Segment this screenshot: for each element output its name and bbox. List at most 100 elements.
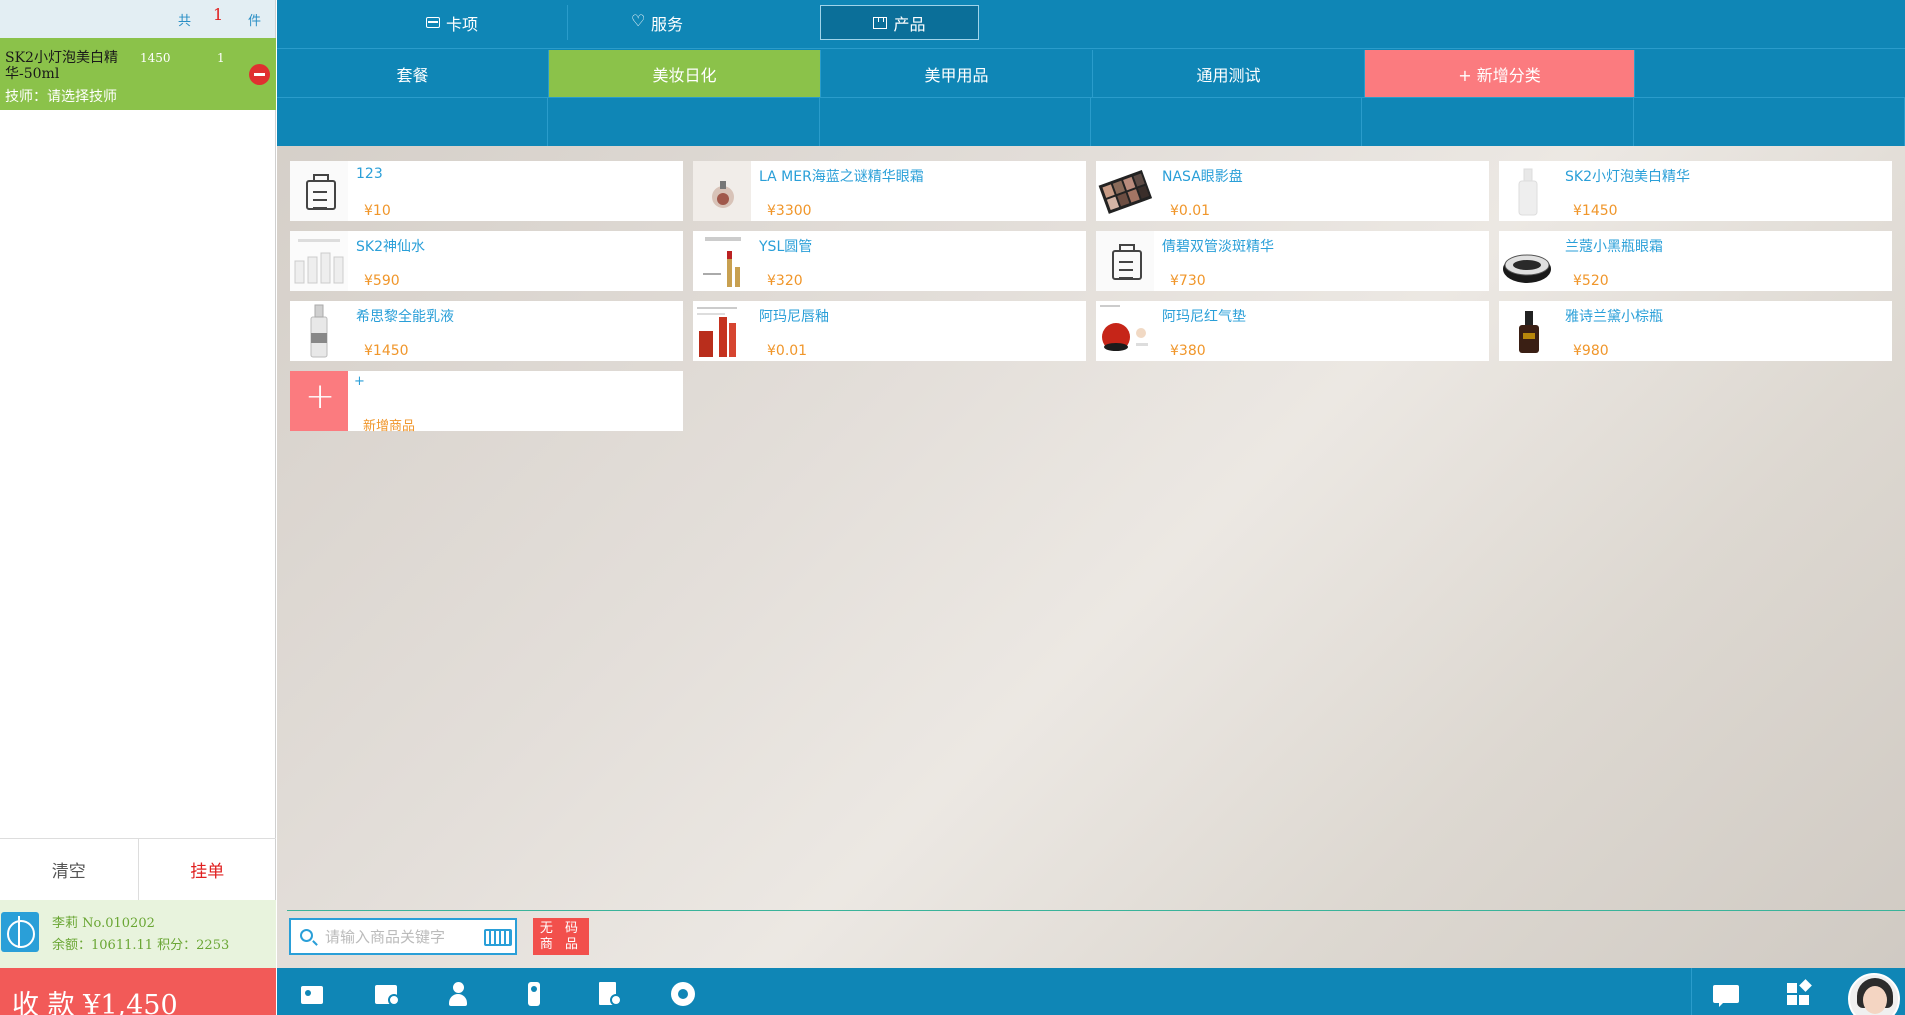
estee-lauder-serum-photo [1499,301,1557,361]
add-product-card[interactable]: + + 新增商品 [290,371,683,434]
cart-item-name: SK2小灯泡美白精华-50ml [5,50,118,82]
product-name: 阿玛尼唇釉 [759,309,829,325]
search-box[interactable] [289,918,517,955]
cart-unit-label: 件 [248,14,262,29]
product-thumb [1096,231,1154,291]
subcategory-slot[interactable] [1634,98,1905,146]
add-member-icon[interactable] [447,980,475,1008]
tab-card-label: 卡项 [445,14,478,34]
cart-item-price: 1450 [140,51,171,65]
product-card[interactable]: 雅诗兰黛小棕瓶 ¥980 [1499,301,1892,361]
category-tab[interactable]: 套餐 [277,50,549,97]
customer-card-icon[interactable] [298,980,326,1008]
order-history-icon[interactable] [595,980,623,1008]
la-mer-eye-cream-photo [693,161,751,221]
product-name: 希思黎全能乳液 [356,309,454,325]
cart-item-qty[interactable]: 1 [217,51,225,65]
cart-item-count: 1 [213,5,224,24]
category-tab[interactable]: 美甲用品 [821,50,1093,97]
product-thumb [1499,161,1557,221]
category-tabs: 套餐 美妆日化 美甲用品 通用测试 + 新增分类 [277,48,1905,97]
cart-header: 共 1 件 [0,0,275,38]
product-card[interactable]: 兰蔻小黑瓶眼霜 ¥520 [1499,231,1892,291]
product-price: ¥320 [767,273,803,289]
subcategory-slot[interactable] [1091,98,1363,146]
tab-product[interactable]: 产品 [820,5,979,40]
member-target-icon [1,912,39,952]
plus-icon: + [305,376,336,417]
product-card[interactable]: 倩碧双管淡斑精华 ¥730 [1096,231,1489,291]
product-name: 倩碧双管淡斑精华 [1162,239,1274,255]
sisley-emulsion-photo [290,301,348,361]
product-card[interactable]: LA MER海蓝之谜精华眼霜 ¥3300 [693,161,1086,221]
keyboard-icon[interactable] [484,929,512,946]
category-tab[interactable]: 通用测试 [1093,50,1365,97]
toolbar-divider [1691,968,1692,1015]
product-price: ¥1450 [1573,203,1618,219]
tab-service[interactable]: 服务 [567,5,747,40]
product-thumb [290,231,348,291]
product-price: ¥0.01 [1170,203,1211,219]
member-balance: 余额：10611.11 积分：2253 [52,938,230,953]
product-price: ¥1450 [364,343,409,359]
product-name: SK2神仙水 [356,239,425,255]
product-thumb [693,231,751,291]
add-category-button[interactable]: + 新增分类 [1365,50,1635,97]
subcategory-bar [277,97,1905,146]
subcategory-slot[interactable] [1362,98,1634,146]
ysl-lipstick-photo [693,231,751,291]
search-input[interactable] [325,926,475,948]
tab-card[interactable]: 卡项 [367,5,537,40]
no-code-product-button[interactable]: 无 码 商 品 [533,918,589,955]
product-card[interactable]: 阿玛尼红气垫 ¥380 [1096,301,1489,361]
search-icon [300,929,313,942]
member-info[interactable]: 李莉 No.010202 余额：10611.11 积分：2253 [0,900,276,968]
product-card[interactable]: 希思黎全能乳液 ¥1450 [290,301,683,361]
cart-item[interactable]: SK2小灯泡美白精华-50ml 1450 1 技师：请选择技师 [0,38,276,110]
hold-order-button[interactable]: 挂单 [139,839,277,900]
product-thumb [290,161,348,221]
product-price: ¥980 [1573,343,1609,359]
sk2-serum-photo [1499,161,1557,221]
product-card[interactable]: 123 ¥10 [290,161,683,221]
clear-cart-button[interactable]: 清空 [0,839,139,900]
settings-icon[interactable] [669,980,697,1008]
appointment-calendar-icon[interactable] [373,980,401,1008]
card-icon [425,17,440,28]
product-name: YSL圆管 [759,239,813,255]
tab-product-label: 产品 [893,14,926,34]
product-card[interactable]: 阿玛尼唇釉 ¥0.01 [693,301,1086,361]
apps-icon[interactable] [1785,979,1813,1008]
subcategory-slot[interactable] [820,98,1091,146]
user-avatar[interactable] [1848,973,1900,1015]
product-name: 雅诗兰黛小棕瓶 [1565,309,1663,325]
subcategory-slot[interactable] [277,98,549,146]
main-area: 卡项 服务 产品 套餐 美妆日化 美甲用品 通用测试 + 新增分类 123 ¥1… [277,0,1905,1015]
product-card[interactable]: SK2小灯泡美白精华 ¥1450 [1499,161,1892,221]
checkout-button[interactable]: 收 款 ¥1,450 [0,968,276,1015]
cart-item-technician[interactable]: 技师：请选择技师 [5,86,117,106]
product-card[interactable]: NASA眼影盘 ¥0.01 [1096,161,1489,221]
product-card[interactable]: YSL圆管 ¥320 [693,231,1086,291]
remove-item-icon[interactable] [249,64,270,85]
product-thumb [290,301,348,361]
placeholder-product-icon [1110,244,1142,280]
product-thumb [693,301,751,361]
locker-tag-icon[interactable] [521,980,549,1008]
product-card[interactable]: SK2神仙水 ¥590 [290,231,683,291]
bottom-toolbar [277,968,1905,1015]
product-price: ¥590 [364,273,400,289]
add-product-thumb: + [290,371,348,431]
chat-icon[interactable] [1711,980,1739,1008]
product-thumb [1096,301,1154,361]
cart-panel: 共 1 件 SK2小灯泡美白精华-50ml 1450 1 技师：请选择技师 清空… [0,0,276,1015]
tab-service-label: 服务 [650,14,683,34]
product-price: ¥730 [1170,273,1206,289]
category-tab-active[interactable]: 美妆日化 [549,50,821,97]
product-thumb [1096,161,1154,221]
product-name: NASA眼影盘 [1162,169,1243,185]
product-name: LA MER海蓝之谜精华眼霜 [759,169,924,185]
product-price: ¥0.01 [767,343,808,359]
armani-cushion-photo [1096,301,1154,361]
subcategory-slot[interactable] [548,98,820,146]
